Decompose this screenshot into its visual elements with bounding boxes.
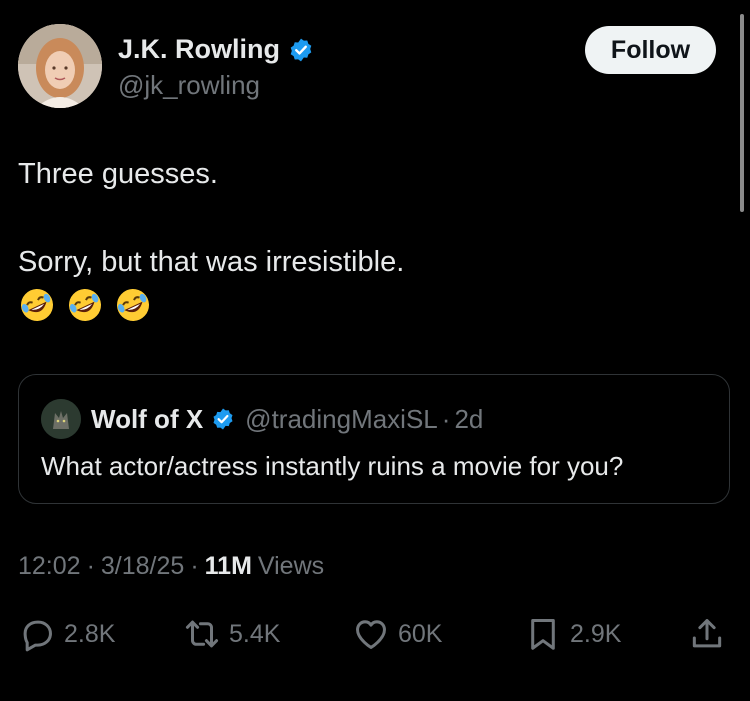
share-icon: [688, 615, 726, 653]
quoted-tweet-header: Wolf of X @tradingMaxiSL · 2d: [41, 399, 483, 439]
like-button[interactable]: 60K: [352, 612, 442, 656]
reply-count: 2.8K: [64, 619, 116, 648]
rolling-on-floor-laughing-emoji-icon: [66, 286, 104, 324]
quoted-tweet-time[interactable]: 2d: [454, 404, 483, 435]
share-button[interactable]: [688, 612, 726, 656]
bookmark-button[interactable]: 2.9K: [524, 612, 621, 656]
views-count: 11M: [204, 552, 252, 580]
bookmark-count: 2.9K: [570, 619, 622, 648]
tweet-header: J.K. Rowling @jk_rowling Follow: [18, 24, 718, 112]
reply-button[interactable]: 2.8K: [18, 612, 115, 656]
repost-button[interactable]: 5.4K: [183, 612, 280, 656]
tweet-meta: 12:02 · 3/18/25 · 11M Views: [18, 552, 324, 581]
reply-icon: [18, 615, 56, 653]
quoted-tweet-card[interactable]: Wolf of X @tradingMaxiSL · 2d What actor…: [18, 374, 730, 504]
verified-badge-icon[interactable]: [288, 37, 314, 63]
tweet-actions: 2.8K 5.4K 60K 2.9K: [18, 612, 730, 656]
verified-badge-icon: [211, 407, 235, 431]
quoted-tweet-text: What actor/actress instantly ruins a mov…: [41, 451, 624, 481]
repost-count: 5.4K: [229, 619, 281, 648]
views-label: Views: [257, 552, 325, 580]
tweet-text: Three guesses. Sorry, but that was irres…: [18, 152, 718, 284]
quoted-author-avatar[interactable]: [41, 399, 81, 439]
meta-separator: ·: [190, 552, 199, 580]
tweet-line-1: Three guesses.: [18, 158, 218, 190]
emoji-row: [18, 286, 152, 324]
quoted-time-separator: ·: [441, 403, 451, 434]
quoted-author-name[interactable]: Wolf of X: [91, 404, 203, 435]
quoted-author-handle[interactable]: @tradingMaxiSL: [245, 404, 438, 435]
tweet-line-2: Sorry, but that was irresistible.: [18, 246, 405, 278]
tweet-line-gap: [18, 196, 718, 240]
repost-icon: [183, 615, 221, 653]
meta-separator: ·: [86, 552, 95, 580]
scrollbar[interactable]: [740, 14, 744, 212]
like-count: 60K: [398, 619, 443, 648]
author-display-name[interactable]: J.K. Rowling: [118, 34, 280, 65]
tweet-date[interactable]: 3/18/25: [101, 552, 184, 581]
author-handle[interactable]: @jk_rowling: [118, 70, 260, 101]
rolling-on-floor-laughing-emoji-icon: [18, 286, 56, 324]
rolling-on-floor-laughing-emoji-icon: [114, 286, 152, 324]
author-name-row: J.K. Rowling: [118, 34, 314, 65]
follow-button[interactable]: Follow: [585, 26, 716, 74]
bookmark-icon: [524, 615, 562, 653]
author-avatar[interactable]: [18, 24, 102, 108]
tweet-time[interactable]: 12:02: [18, 552, 81, 581]
heart-icon: [352, 615, 390, 653]
